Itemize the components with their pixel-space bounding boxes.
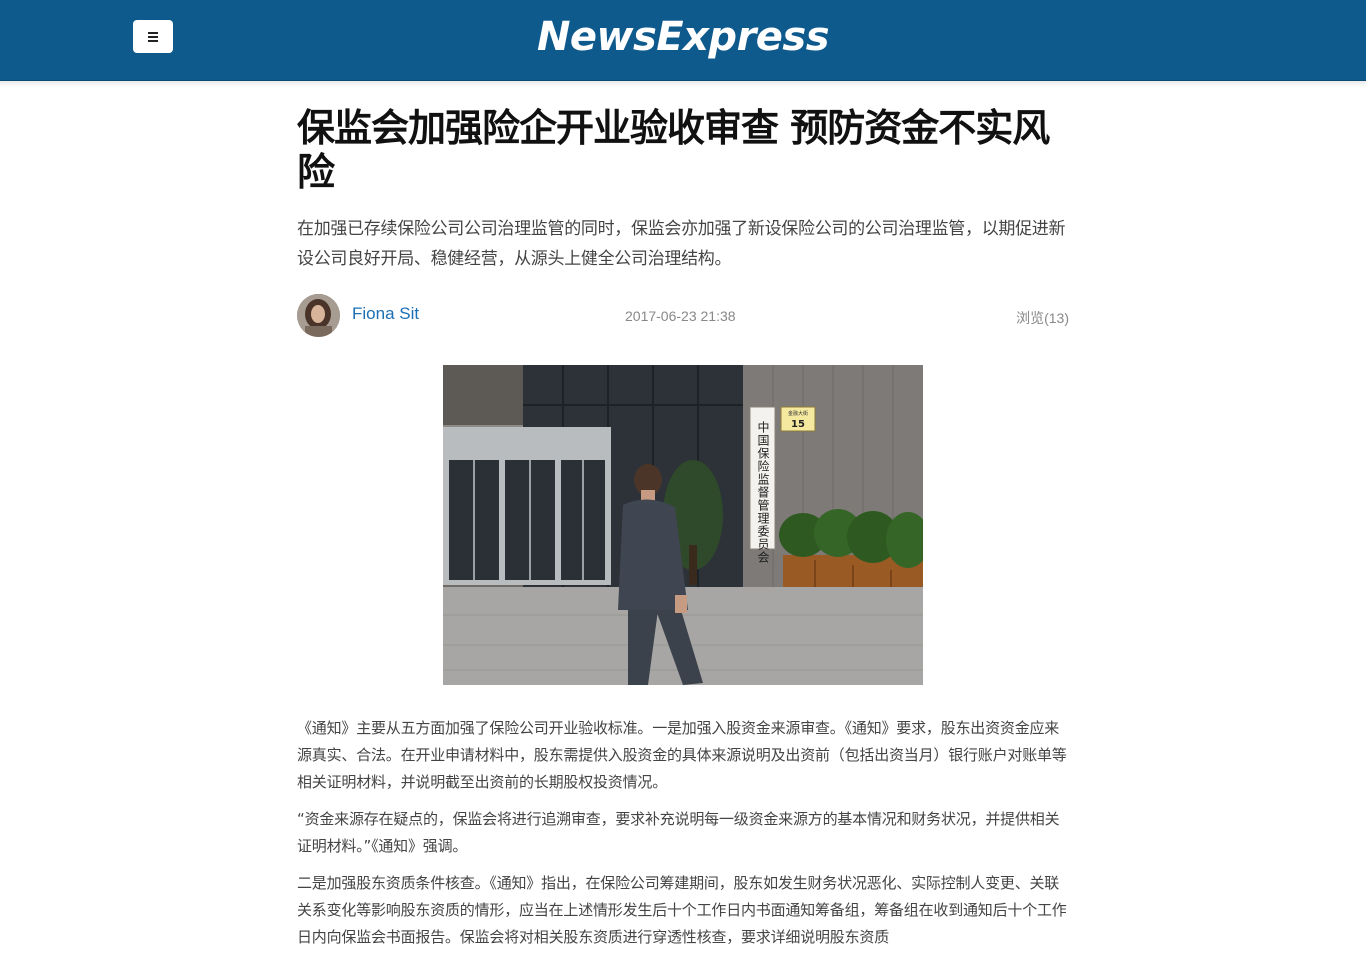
photo-plate-street: 金融大街 — [788, 410, 808, 417]
article-summary: 在加强已存续保险公司公司治理监管的同时，保监会亦加强了新设保险公司的公司治理监管… — [297, 219, 1066, 269]
article-paragraph: 《通知》主要从五方面加强了保险公司开业验收标准。一是加强入股资金来源审查。《通知… — [297, 719, 1067, 791]
article-photo: 中国保险监督管理委员会 金融大街 15 — [443, 365, 923, 685]
author-name-link[interactable]: Fiona Sit — [352, 304, 419, 324]
article-paragraph: “资金来源存在疑点的，保监会将进行追溯审查，要求补充说明每一级资金来源方的基本情… — [297, 810, 1060, 855]
top-navigation-bar: NewsExpress — [0, 0, 1366, 81]
header-divider — [0, 81, 1366, 87]
author-avatar[interactable] — [297, 294, 340, 337]
publish-date: 2017-06-23 21:38 — [625, 308, 736, 324]
view-count: 浏览(13) — [1016, 310, 1069, 326]
article-headline: 保监会加强险企开业验收审查 预防资金不实风险 — [297, 106, 1050, 194]
article-paragraph: 二是加强股东资质条件核查。《通知》指出，在保险公司筹建期间，股东如发生财务状况恶… — [297, 874, 1067, 946]
article-meta: Fiona Sit 2017-06-23 21:38 浏览(13) — [297, 294, 1069, 338]
site-logo[interactable]: NewsExpress — [0, 14, 1366, 60]
photo-plate-number: 15 — [791, 419, 805, 430]
article-header: 保监会加强险企开业验收审查 预防资金不实风险 在加强已存续保险公司公司治理监管的… — [297, 106, 1069, 338]
article-body: 《通知》主要从五方面加强了保险公司开业验收标准。一是加强入股资金来源审查。《通知… — [297, 715, 1069, 961]
photo-vertical-sign: 中国保险监督管理委员会 — [756, 420, 770, 564]
